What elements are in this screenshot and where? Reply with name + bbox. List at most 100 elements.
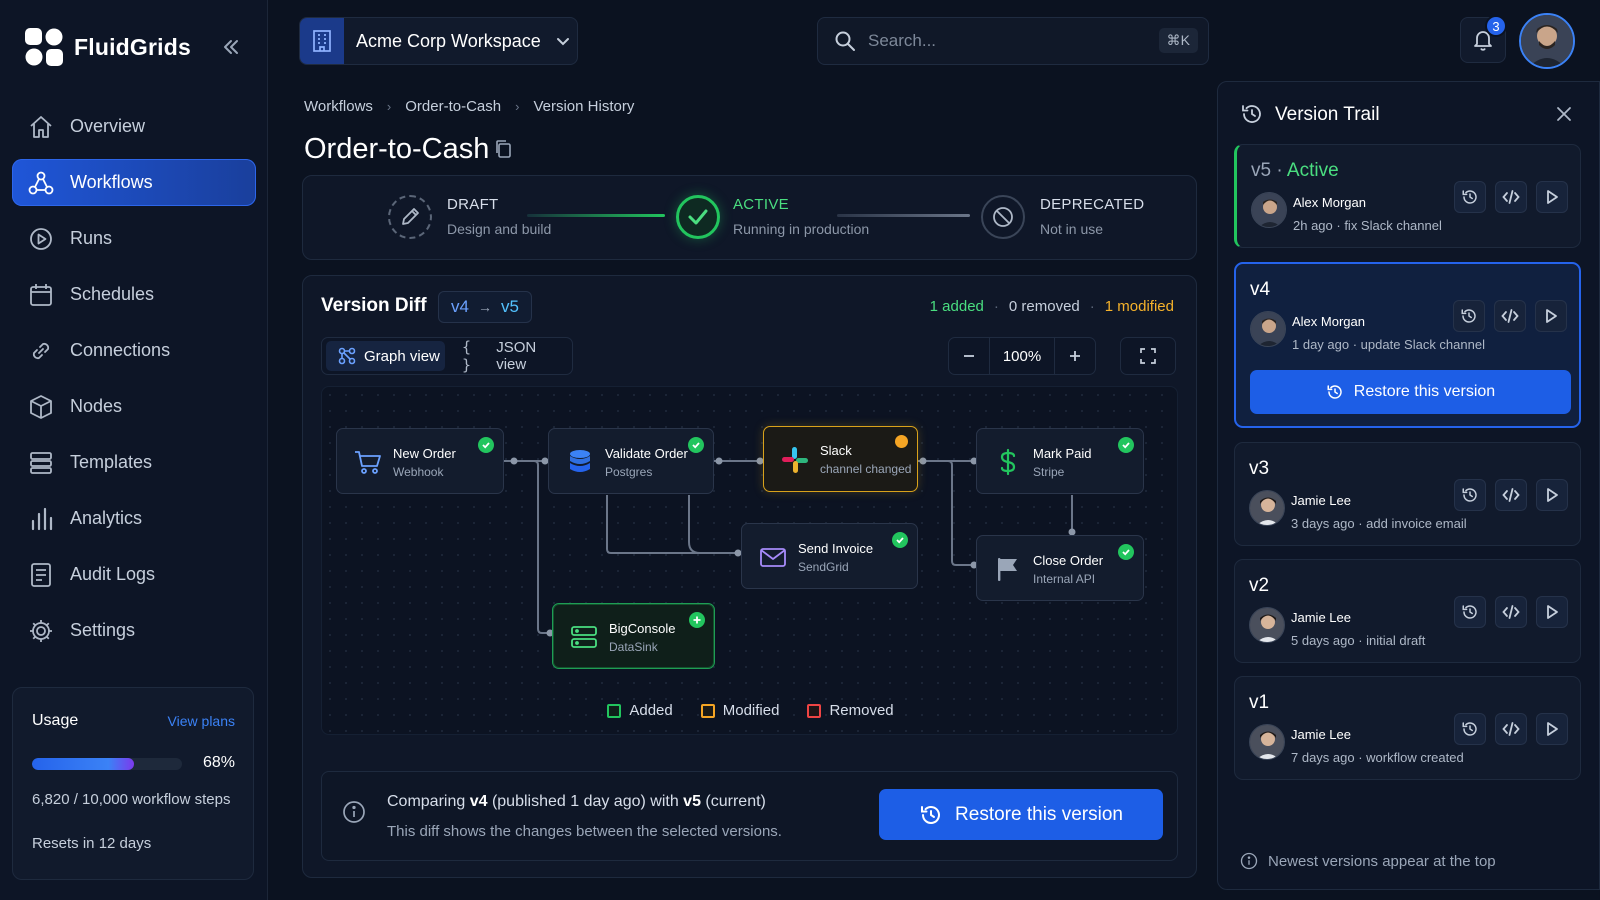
legend-swatch [700, 703, 715, 718]
sidebar-item-schedules[interactable]: Schedules [12, 271, 256, 318]
check-icon [478, 437, 494, 453]
json-view-tab[interactable]: { } JSON view [452, 338, 568, 374]
code-icon [1501, 309, 1519, 323]
restore-history-button[interactable] [1454, 713, 1486, 745]
workspace-switcher[interactable]: Acme Corp Workspace [299, 17, 578, 65]
version-author: Alex Morgan [1293, 195, 1366, 210]
view-code-button[interactable] [1495, 713, 1527, 745]
node-new-order[interactable]: New Order Webhook [336, 428, 504, 494]
sidebar-item-connections[interactable]: Connections [12, 327, 256, 374]
collapse-sidebar-icon[interactable] [220, 36, 242, 58]
sidebar-item-label: Runs [70, 228, 113, 248]
version-actions [1454, 479, 1568, 511]
gear-icon [28, 618, 54, 644]
stage-deprecated-sub: Not in use [1040, 221, 1104, 237]
legend-swatch [807, 703, 822, 718]
stat-added: 1 added [929, 298, 984, 315]
version-label: v4 [1250, 279, 1271, 300]
node-slack-modified[interactable]: Slack channel changed [763, 426, 918, 492]
restore-history-button[interactable] [1453, 300, 1485, 332]
version-meta: 2h ago · fix Slack channel [1293, 218, 1442, 233]
notification-badge: 3 [1485, 15, 1507, 37]
graph-view-tab[interactable]: Graph view [326, 341, 445, 371]
code-icon [1502, 190, 1520, 204]
view-code-button[interactable] [1495, 596, 1527, 628]
view-plans-link[interactable]: View plans [168, 713, 235, 729]
usage-steps: 6,820 / 10,000 workflow steps [32, 791, 231, 808]
node-send-invoice[interactable]: Send Invoice SendGrid [741, 523, 918, 589]
version-card-v1[interactable]: v1 Jamie Lee 7 days ago · workflow creat… [1234, 676, 1581, 780]
version-card-v3[interactable]: v3 Jamie Lee 3 days ago · add invoice em… [1234, 442, 1581, 546]
fullscreen-icon [1139, 347, 1157, 365]
version-card-v5[interactable]: v5 · Active Alex Morgan 2h ago · fix Sla… [1234, 144, 1581, 248]
legend-label: Removed [829, 702, 894, 719]
document-icon [28, 562, 54, 588]
breadcrumb-item[interactable]: Order-to-Cash [405, 98, 501, 115]
info-icon [1240, 852, 1258, 870]
run-version-button[interactable] [1535, 300, 1567, 332]
view-code-button[interactable] [1494, 300, 1526, 332]
search-input[interactable] [868, 31, 1158, 51]
compare-to: v5 [683, 793, 701, 810]
zoom-in-button[interactable] [1055, 338, 1095, 374]
workspace-name: Acme Corp Workspace [356, 30, 541, 51]
copy-icon[interactable] [494, 139, 512, 159]
history-icon [1462, 190, 1477, 204]
node-bigconsole-added[interactable]: BigConsole DataSink [552, 603, 715, 669]
avatar [1249, 607, 1285, 643]
restore-version-button[interactable]: Restore this version [879, 789, 1163, 840]
run-version-button[interactable] [1536, 596, 1568, 628]
brand[interactable]: FluidGrids [24, 27, 191, 67]
chevron-right-icon: › [515, 99, 520, 114]
user-avatar[interactable] [1519, 13, 1575, 69]
stage-connector [527, 214, 665, 217]
restore-v4-button[interactable]: Restore this version [1250, 370, 1571, 414]
run-version-button[interactable] [1536, 181, 1568, 213]
restore-history-button[interactable] [1454, 479, 1486, 511]
sidebar-item-label: Nodes [70, 396, 123, 416]
restore-history-button[interactable] [1454, 181, 1486, 213]
play-circle-icon [28, 226, 54, 252]
usage-progress-fill [32, 758, 134, 770]
sidebar-item-audit-logs[interactable]: Audit Logs [12, 551, 256, 598]
legend-added: Added [607, 702, 673, 719]
node-title: Slack [820, 443, 852, 458]
version-card-v2[interactable]: v2 Jamie Lee 5 days ago · initial draft [1234, 559, 1581, 663]
version-card-v4[interactable]: v4 Alex Morgan 1 day ago · update Slack … [1234, 262, 1581, 428]
restore-history-button[interactable] [1454, 596, 1486, 628]
view-code-button[interactable] [1495, 479, 1527, 511]
version-trail-footer: Newest versions appear at the top [1240, 852, 1496, 870]
fullscreen-button[interactable] [1120, 337, 1176, 375]
sidebar-item-settings[interactable]: Settings [12, 607, 256, 654]
view-code-button[interactable] [1495, 181, 1527, 213]
sidebar-item-nodes[interactable]: Nodes [12, 383, 256, 430]
node-validate-order[interactable]: Validate Order Postgres [548, 428, 714, 494]
code-icon [1502, 722, 1520, 736]
graph-canvas[interactable]: New Order Webhook Validate Order Postgre… [321, 386, 1178, 735]
workflow-icon [28, 170, 54, 196]
search-bar: ⌘K [817, 17, 1209, 65]
version-range-pill[interactable]: v4 → v5 [438, 291, 532, 323]
sidebar-item-workflows[interactable]: Workflows [12, 159, 256, 206]
close-icon[interactable] [1555, 105, 1573, 123]
breadcrumb-item[interactable]: Workflows [304, 98, 373, 115]
compare-banner: Comparing v4 (published 1 day ago) with … [321, 771, 1178, 861]
avatar [1249, 724, 1285, 760]
run-version-button[interactable] [1536, 479, 1568, 511]
node-mark-paid[interactable]: Mark Paid Stripe [976, 428, 1144, 494]
sidebar-item-analytics[interactable]: Analytics [12, 495, 256, 542]
building-icon [300, 18, 344, 64]
version-meta: 1 day ago · update Slack channel [1292, 337, 1485, 352]
zoom-out-button[interactable] [949, 338, 989, 374]
zoom-level: 100% [989, 338, 1055, 374]
sidebar-item-templates[interactable]: Templates [12, 439, 256, 486]
sidebar: FluidGrids Overview Workflows Runs Sched… [0, 0, 268, 900]
history-icon [1240, 102, 1264, 126]
node-subtitle: Postgres [605, 465, 653, 479]
node-close-order[interactable]: Close Order Internal API [976, 535, 1144, 601]
sidebar-item-overview[interactable]: Overview [12, 103, 256, 150]
run-version-button[interactable] [1536, 713, 1568, 745]
sidebar-item-runs[interactable]: Runs [12, 215, 256, 262]
node-title: Send Invoice [798, 541, 874, 556]
cart-icon [353, 447, 383, 477]
